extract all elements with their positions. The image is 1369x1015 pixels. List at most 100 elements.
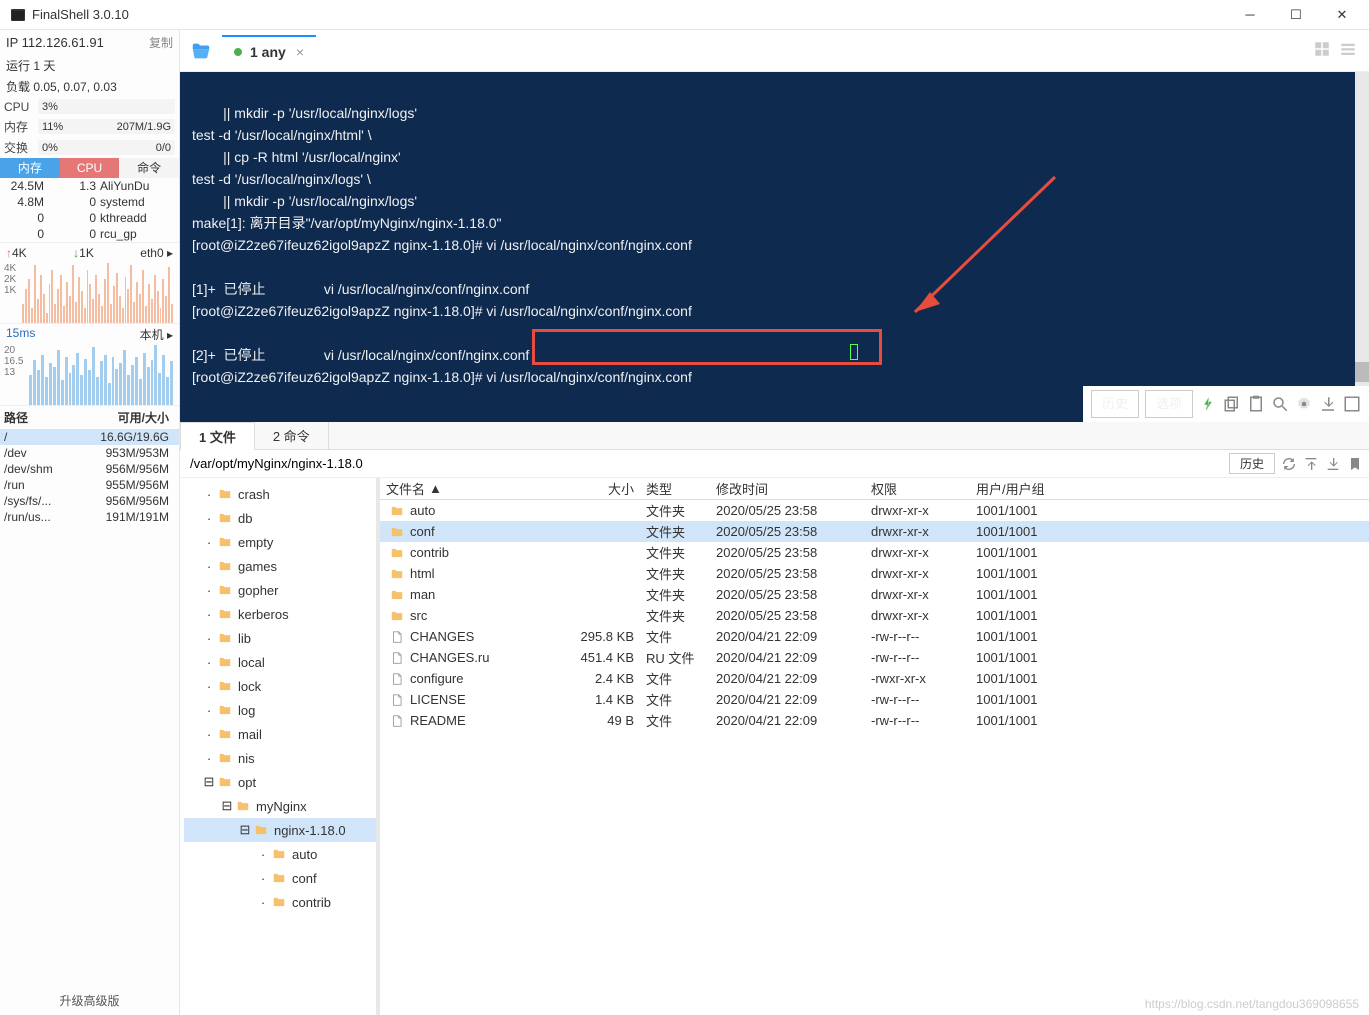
file-row[interactable]: README49 B文件2020/04/21 22:09-rw-r--r--10… [380, 710, 1369, 731]
file-row[interactable]: html文件夹2020/05/25 23:58drwxr-xr-x1001/10… [380, 563, 1369, 584]
open-folder-button[interactable] [186, 36, 216, 66]
terminal-toolbar: 历史 选项 [1083, 386, 1369, 422]
file-row[interactable]: LICENSE1.4 KB文件2020/04/21 22:09-rw-r--r-… [380, 689, 1369, 710]
gear-icon[interactable] [1295, 395, 1313, 413]
tree-node[interactable]: ·conf [184, 866, 376, 890]
file-row[interactable]: man文件夹2020/05/25 23:58drwxr-xr-x1001/100… [380, 584, 1369, 605]
proc-tab-cmd[interactable]: 命令 [119, 158, 179, 178]
upload-icon[interactable] [1303, 456, 1319, 472]
ping-value: 15ms [6, 326, 35, 343]
file-icon [390, 714, 404, 728]
process-row[interactable]: 00rcu_gp [0, 226, 179, 242]
copy-ip-button[interactable]: 复制 [149, 34, 173, 51]
tree-node[interactable]: ·lock [184, 674, 376, 698]
download-file-icon[interactable] [1325, 456, 1341, 472]
path-history-button[interactable]: 历史 [1229, 453, 1275, 474]
mem-stat-label: 内存 [4, 118, 38, 135]
disk-row[interactable]: /sys/fs/...956M/956M [0, 493, 179, 509]
col-hdr-time[interactable]: 修改时间 [710, 479, 865, 498]
file-icon [390, 693, 404, 707]
net-interface[interactable]: eth0 ▸ [140, 246, 173, 260]
list-view-icon[interactable] [1339, 40, 1357, 61]
tree-node[interactable]: ·local [184, 650, 376, 674]
close-tab-button[interactable]: × [296, 44, 304, 60]
fullscreen-icon[interactable] [1343, 395, 1361, 413]
file-row[interactable]: contrib文件夹2020/05/25 23:58drwxr-xr-x1001… [380, 542, 1369, 563]
file-row[interactable]: src文件夹2020/05/25 23:58drwxr-xr-x1001/100… [380, 605, 1369, 626]
process-row[interactable]: 24.5M1.3AliYunDu [0, 178, 179, 194]
file-tab-files[interactable]: 1 文件 [180, 422, 255, 450]
server-ip: IP 112.126.61.91 [6, 35, 104, 50]
path-input[interactable] [186, 454, 1229, 473]
tree-node[interactable]: ·empty [184, 530, 376, 554]
file-icon [390, 651, 404, 665]
col-hdr-name[interactable]: 文件名 ▲ [380, 479, 560, 498]
proc-tab-cpu[interactable]: CPU [60, 158, 120, 178]
path-bar: 历史 [180, 450, 1369, 478]
disk-row[interactable]: /16.6G/19.6G [0, 429, 179, 445]
session-tab-label: 1 any [250, 44, 286, 60]
tree-node[interactable]: ·games [184, 554, 376, 578]
folder-icon [390, 504, 404, 518]
sidebar: IP 112.126.61.91 复制 运行 1 天 负载 0.05, 0.07… [0, 30, 180, 1015]
disk-hdr-usage: 可用/大小 [66, 409, 175, 426]
file-row[interactable]: configure2.4 KB文件2020/04/21 22:09-rwxr-x… [380, 668, 1369, 689]
process-row[interactable]: 4.8M0systemd [0, 194, 179, 210]
upgrade-link[interactable]: 升级高级版 [0, 986, 179, 1015]
file-tab-commands[interactable]: 2 命令 [255, 422, 329, 449]
net-sparkline-chart [16, 263, 179, 323]
terminal[interactable]: || mkdir -p '/usr/local/nginx/logs' test… [180, 72, 1369, 422]
paste-icon[interactable] [1247, 395, 1265, 413]
file-row[interactable]: CHANGES.ru451.4 KBRU 文件2020/04/21 22:09-… [380, 647, 1369, 668]
cpu-stat-label: CPU [4, 100, 38, 114]
tree-node[interactable]: ·gopher [184, 578, 376, 602]
terminal-options-button[interactable]: 选项 [1145, 390, 1193, 418]
disk-row[interactable]: /run955M/956M [0, 477, 179, 493]
session-tab[interactable]: 1 any × [222, 35, 316, 67]
tree-node[interactable]: ·nis [184, 746, 376, 770]
tree-node[interactable]: ·crash [184, 482, 376, 506]
session-tabbar: 1 any × [180, 30, 1369, 72]
col-hdr-size[interactable]: 大小 [560, 479, 640, 498]
tree-node[interactable]: ·lib [184, 626, 376, 650]
proc-tab-memory[interactable]: 内存 [0, 158, 60, 178]
tree-node[interactable]: ·mail [184, 722, 376, 746]
net-chart-yaxis: 4K2K1K [0, 263, 16, 323]
folder-icon [390, 525, 404, 539]
refresh-icon[interactable] [1281, 456, 1297, 472]
disk-row[interactable]: /dev953M/953M [0, 445, 179, 461]
tree-node[interactable]: ·contrib [184, 890, 376, 914]
maximize-button[interactable]: ☐ [1273, 0, 1319, 30]
col-hdr-type[interactable]: 类型 [640, 479, 710, 498]
file-row[interactable]: auto文件夹2020/05/25 23:58drwxr-xr-x1001/10… [380, 500, 1369, 521]
copy-icon[interactable] [1223, 395, 1241, 413]
folder-tree[interactable]: ·crash·db·empty·games·gopher·kerberos·li… [180, 478, 380, 1015]
disk-row[interactable]: /run/us...191M/191M [0, 509, 179, 525]
tree-node[interactable]: ·db [184, 506, 376, 530]
tree-node[interactable]: ·auto [184, 842, 376, 866]
tree-node[interactable]: ·log [184, 698, 376, 722]
download-icon[interactable] [1319, 395, 1337, 413]
terminal-history-button[interactable]: 历史 [1091, 390, 1139, 418]
minimize-button[interactable]: ─ [1227, 0, 1273, 30]
tree-node[interactable]: ⊟myNginx [184, 794, 376, 818]
tree-node[interactable]: ·kerberos [184, 602, 376, 626]
col-hdr-user[interactable]: 用户/用户组 [970, 479, 1070, 498]
grid-view-icon[interactable] [1313, 40, 1331, 61]
terminal-scrollbar[interactable] [1355, 72, 1369, 386]
bookmark-icon[interactable] [1347, 456, 1363, 472]
process-table: 24.5M1.3AliYunDu4.8M0systemd00kthreadd00… [0, 178, 179, 242]
file-row[interactable]: CHANGES295.8 KB文件2020/04/21 22:09-rw-r--… [380, 626, 1369, 647]
load-label: 负载 0.05, 0.07, 0.03 [0, 76, 179, 97]
process-row[interactable]: 00kthreadd [0, 210, 179, 226]
file-row[interactable]: conf文件夹2020/05/25 23:58drwxr-xr-x1001/10… [380, 521, 1369, 542]
quick-connect-icon[interactable] [1199, 395, 1217, 413]
ping-label[interactable]: 本机 ▸ [140, 326, 173, 343]
close-button[interactable]: ✕ [1319, 0, 1365, 30]
tree-node[interactable]: ⊟opt [184, 770, 376, 794]
disk-row[interactable]: /dev/shm956M/956M [0, 461, 179, 477]
col-hdr-perm[interactable]: 权限 [865, 479, 970, 498]
search-icon[interactable] [1271, 395, 1289, 413]
tree-node[interactable]: ⊟nginx-1.18.0 [184, 818, 376, 842]
file-icon [390, 630, 404, 644]
